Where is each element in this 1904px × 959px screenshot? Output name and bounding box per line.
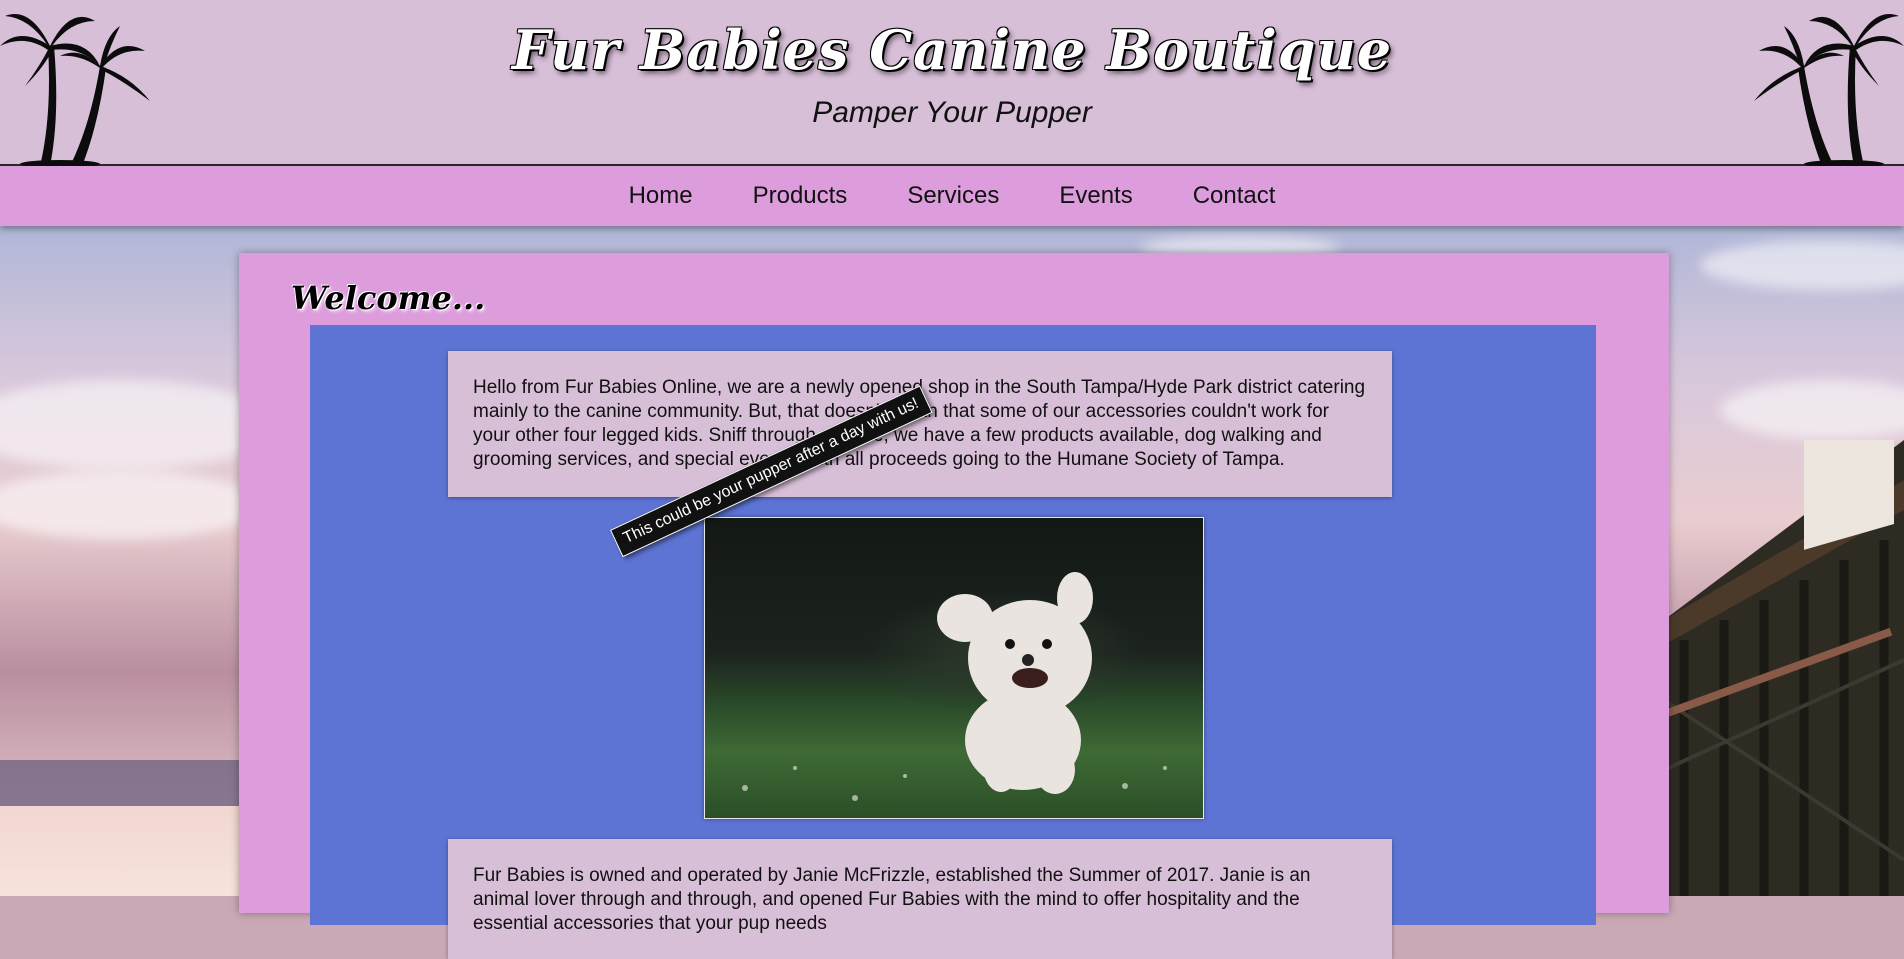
pier-graphic bbox=[1664, 440, 1904, 896]
running-dog-image bbox=[742, 572, 1167, 801]
nav-contact[interactable]: Contact bbox=[1163, 182, 1306, 210]
site-header: Fur Babies Canine Boutique Pamper Your P… bbox=[0, 0, 1904, 166]
palm-trees-icon bbox=[1754, 14, 1904, 166]
nav-events[interactable]: Events bbox=[1029, 182, 1162, 210]
nav-home[interactable]: Home bbox=[599, 182, 723, 210]
intro-text: Hello from Fur Babies Online, we are a n… bbox=[448, 351, 1392, 497]
content-panel: Welcome... Hello from Fur Babies Online,… bbox=[239, 253, 1669, 959]
site-tagline: Pamper Your Pupper bbox=[812, 96, 1092, 129]
content-inner: Hello from Fur Babies Online, we are a n… bbox=[310, 325, 1596, 959]
dog-photo bbox=[704, 517, 1204, 819]
main-nav: Home Products Services Events Contact bbox=[0, 166, 1904, 226]
about-text: Fur Babies is owned and operated by Jani… bbox=[448, 839, 1392, 959]
site-title: Fur Babies Canine Boutique bbox=[511, 18, 1393, 82]
nav-services[interactable]: Services bbox=[877, 182, 1029, 210]
nav-products[interactable]: Products bbox=[723, 182, 878, 210]
welcome-heading: Welcome... bbox=[291, 279, 486, 317]
